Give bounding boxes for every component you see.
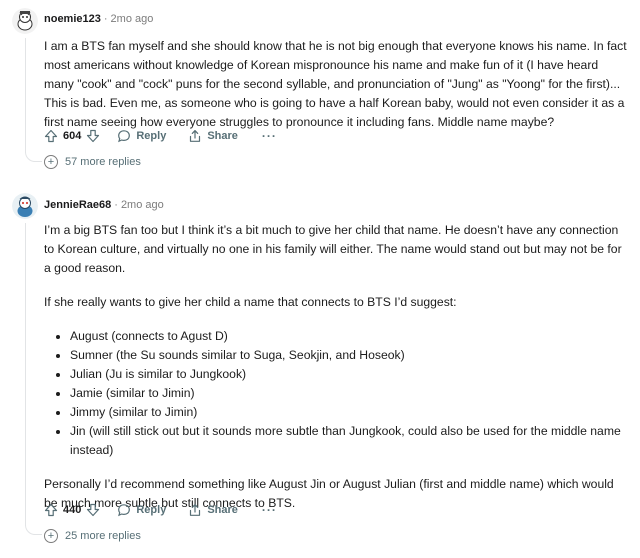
reply-button[interactable]: Reply (117, 503, 166, 517)
comment-actions: 440 Reply Share ··· (44, 500, 277, 520)
comment-paragraph-1: I’m a big BTS fan too but I think it’s a… (44, 223, 622, 275)
snoo-avatar-icon (12, 8, 38, 34)
thread-line[interactable] (25, 38, 26, 153)
snoo-avatar-icon (12, 193, 38, 219)
speech-bubble-icon (118, 504, 131, 517)
plus-circle-icon: + (44, 529, 58, 543)
arrow-up-icon (44, 503, 58, 517)
more-options-button[interactable]: ··· (262, 503, 277, 517)
suggestion-list: August (connects to Agust D) Sumner (the… (44, 327, 628, 460)
list-item: Jimmy (similar to Jimin) (44, 403, 628, 422)
more-replies-label: 57 more replies (65, 156, 141, 168)
separator-dot: · (114, 199, 118, 211)
comment-paragraph: I am a BTS fan myself and she should kno… (44, 39, 627, 129)
separator-dot: · (103, 13, 108, 25)
avatar[interactable] (12, 193, 38, 219)
reply-button[interactable]: Reply (117, 129, 166, 143)
comment-header: noemie123 · 2mo ago (44, 13, 153, 25)
thread-line[interactable] (25, 223, 26, 526)
comment-body: I’m a big BTS fan too but I think it’s a… (44, 221, 628, 513)
share-icon (190, 504, 201, 516)
downvote-button[interactable] (86, 129, 100, 143)
list-item: August (connects to Agust D) (44, 327, 628, 346)
speech-bubble-icon (118, 130, 131, 143)
comment-paragraph-2: If she really wants to give her child a … (44, 295, 457, 309)
username[interactable]: JennieRae68 (44, 199, 111, 211)
downvote-button[interactable] (86, 503, 100, 517)
vote-score: 604 (63, 130, 82, 142)
avatar[interactable] (12, 8, 38, 34)
reply-label: Reply (136, 504, 167, 516)
arrow-down-icon (87, 129, 100, 143)
timestamp[interactable]: 2mo ago (121, 199, 164, 211)
arrow-down-icon (87, 503, 100, 517)
reply-label: Reply (136, 130, 167, 142)
upvote-button[interactable] (44, 129, 58, 143)
share-label: Share (207, 130, 238, 142)
more-replies-button[interactable]: + 57 more replies (44, 154, 141, 170)
list-item: Julian (Ju is similar to Jungkook) (44, 365, 628, 384)
timestamp[interactable]: 2mo ago (111, 13, 154, 25)
plus-circle-icon: + (44, 155, 58, 169)
comment-actions: 604 Reply Share ··· (44, 126, 277, 146)
username[interactable]: noemie123 (44, 13, 101, 25)
thread-connector (25, 524, 42, 535)
vote-score: 440 (63, 504, 82, 516)
share-button[interactable]: Share (188, 503, 238, 517)
thread-connector (25, 151, 42, 162)
comment-header: JennieRae68 · 2mo ago (44, 199, 164, 211)
share-button[interactable]: Share (188, 129, 238, 143)
more-replies-label: 25 more replies (65, 530, 141, 542)
more-options-button[interactable]: ··· (262, 129, 277, 143)
list-item: Jin (will still stick out but it sounds … (44, 422, 628, 460)
share-label: Share (207, 504, 238, 516)
list-item: Sumner (the Su sounds similar to Suga, S… (44, 346, 628, 365)
share-icon (190, 130, 201, 142)
more-replies-button[interactable]: + 25 more replies (44, 528, 141, 544)
upvote-button[interactable] (44, 503, 58, 517)
comment-body: I am a BTS fan myself and she should kno… (44, 37, 628, 132)
arrow-up-icon (44, 129, 58, 143)
list-item: Jamie (similar to Jimin) (44, 384, 628, 403)
